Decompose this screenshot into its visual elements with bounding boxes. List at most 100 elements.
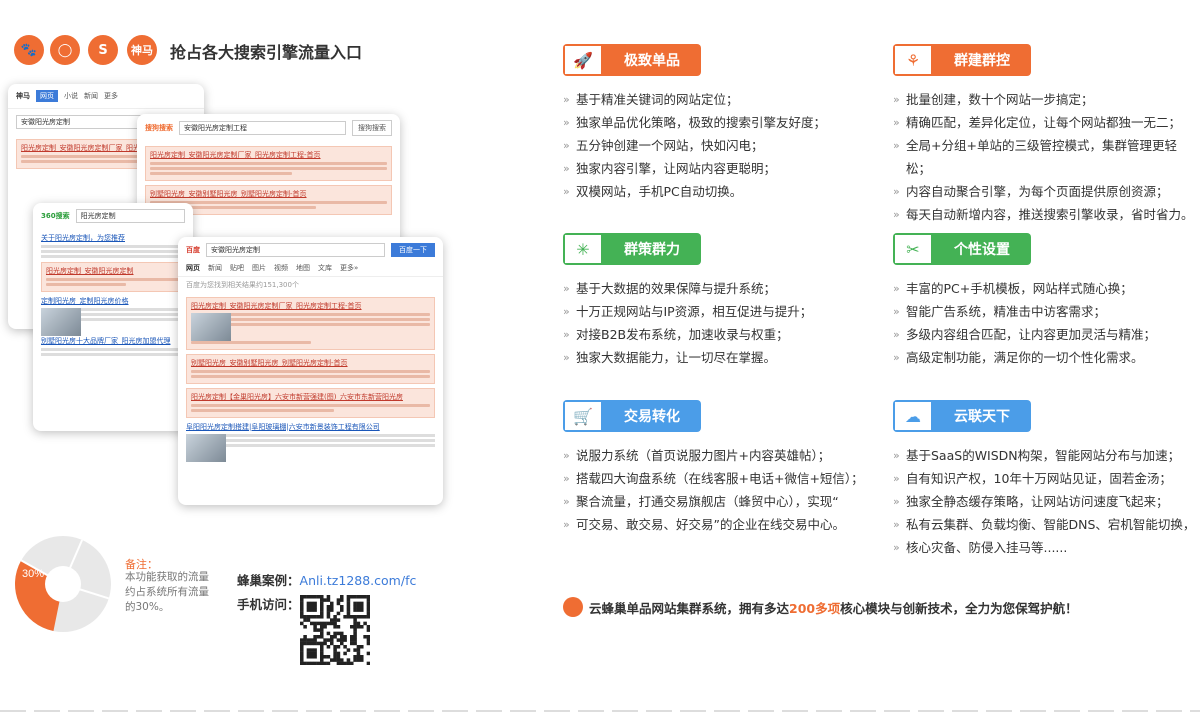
network-icon: ⚘ (893, 44, 933, 76)
feature-cluster-control: ⚘ 群建群控 批量创建，数十个网站一步搞定；精确匹配，差异化定位，让每个网站都独一… (893, 44, 1200, 226)
search-button: 百度一下 (391, 243, 435, 257)
feature-item: 十万正规网站与IP资源，相互促进与提升； (563, 300, 812, 323)
feature-list: 基于大数据的效果保障与提升系统；十万正规网站与IP资源，相互促进与提升；对接B2… (563, 277, 812, 369)
baidu-engine-icon: 🐾 (14, 35, 44, 65)
feature-item: 基于大数据的效果保障与提升系统； (563, 277, 812, 300)
feature-list: 说服力系统（首页说服力图片+内容英雄帖）；搭载四大询盘系统（在线客服+电话+微信… (563, 444, 864, 536)
feature-list: 批量创建，数十个网站一步搞定；精确匹配，差异化定位，让每个网站都独一无二；全局+… (893, 88, 1200, 226)
bee-logo-icon (563, 597, 583, 617)
sogou-engine-icon: S (88, 35, 118, 65)
feature-item: 丰富的PC+手机模板，网站样式随心换； (893, 277, 1156, 300)
result-item: 别墅阳光房十大品牌厂家_阳光房加盟代理 (41, 336, 185, 356)
tab-tieba: 贴吧 (230, 264, 244, 272)
feature-item: 独家内容引擎，让网站内容更聪明； (563, 157, 826, 180)
feature-personalization: ✂ 个性设置 丰富的PC+手机模板，网站样式随心换；智能广告系统，精准击中访客需求… (893, 233, 1156, 369)
baidu-logo: 百度 (186, 246, 200, 254)
feature-title: 极致单品 (624, 53, 680, 69)
feature-item: 每天自动新增内容，推送搜索引擎收录，省时省力。 (893, 203, 1200, 226)
feature-item: 智能广告系统，精准击中访客需求； (893, 300, 1156, 323)
result-item: 阳光房定制_安徽阳光房定制厂家_阳光房定制工程-首页 (145, 146, 392, 181)
result-item: 阳光房定制【金巢阳光房】六安市新营强建(图)_六安市东新营阳光房 (186, 388, 435, 418)
feature-extreme-product: 🚀 极致单品 基于精准关键词的网站定位；独家单品优化策略，极致的搜索引擎友好度；五… (563, 44, 826, 203)
feature-item: 聚合流量，打通交易旗舰店（蜂贸中心），实现“ (563, 490, 864, 513)
tab-images: 图片 (252, 264, 266, 272)
tab-news: 新闻 (84, 92, 98, 100)
cart-icon: 🛒 (563, 400, 603, 432)
feature-item: 可交易、敢交易、好交易”的企业在线交易中心。 (563, 513, 864, 536)
feature-item: 基于精准关键词的网站定位； (563, 88, 826, 111)
nodes-icon: ✳ (563, 233, 603, 265)
result-count: 百度为您找到相关结果约151,300个 (186, 281, 299, 289)
tab-web: 网页 (186, 264, 200, 272)
360-logo: 360搜索 (41, 212, 70, 220)
page-title: 抢占各大搜索引擎流量入口 (170, 43, 363, 62)
feature-item: 对接B2B发布系统，加速收录与权重； (563, 323, 812, 346)
shenma-logo: 神马 (16, 92, 30, 100)
feature-item: 双模网站，手机PC自动切换。 (563, 180, 826, 203)
note-body: 本功能获取的流量约占系统所有流量的30%。 (125, 571, 209, 613)
case-row: 蜂巢案例：Anli.tz1288.com/fc (237, 570, 416, 589)
mobile-label: 手机访问： (237, 597, 300, 612)
result-item: 阳光房定制_安徽阳光房定制厂家_阳光房定制工程-首页 (186, 297, 435, 350)
tab-web: 网页 (36, 90, 58, 102)
tab-wenku: 文库 (318, 264, 332, 272)
feature-item: 全局+分组+单站的三级管控模式，集群管理更轻松； (893, 134, 1200, 180)
feature-cloud: ☁ 云联天下 基于SaaS的WISDN构架，智能网站分布与加速；自有知识产权，10… (893, 400, 1195, 559)
feature-title: 群建群控 (954, 53, 1010, 69)
feature-transaction: 🛒 交易转化 说服力系统（首页说服力图片+内容英雄帖）；搭载四大询盘系统（在线客服… (563, 400, 864, 536)
search-box: 安徽阳光房定制工程 (179, 121, 346, 135)
tab-news: 新闻 (208, 264, 222, 272)
search-box: 阳光房定制 (75, 209, 185, 223)
360-screenshot: 360搜索 阳光房定制 关于阳光房定制，为您推荐 阳光房定制_安徽阳光房定制 定… (33, 203, 193, 431)
tab-map: 地图 (296, 264, 310, 272)
divider (0, 710, 1200, 712)
traffic-pie-chart: 30% (14, 536, 111, 632)
result-item: 别墅阳光房_安徽别墅阳光房_别墅阳光房定制-首页 (186, 354, 435, 384)
result-item: 阜阳阳光房定制搭建|阜阳玻璃棚|六安市新景装饰工程有限公司 (186, 422, 435, 462)
tools-icon: ✂ (893, 233, 933, 265)
feature-item: 独家全静态缓存策略，让网站访问速度飞起来； (893, 490, 1195, 513)
result-item: 关于阳光房定制，为您推荐 (41, 233, 185, 258)
feature-title: 交易转化 (624, 409, 680, 425)
feature-item: 批量创建，数十个网站一步搞定； (893, 88, 1200, 111)
feature-list: 丰富的PC+手机模板，网站样式随心换；智能广告系统，精准击中访客需求；多级内容组… (893, 277, 1156, 369)
qr-code[interactable] (300, 595, 370, 665)
case-label: 蜂巢案例： (237, 573, 300, 588)
feature-item: 自有知识产权，10年十万网站见证，固若金汤； (893, 467, 1195, 490)
result-item: 阳光房定制_安徽阳光房定制 (41, 262, 185, 292)
feature-item: 基于SaaS的WISDN构架，智能网站分布与加速； (893, 444, 1195, 467)
feature-item: 独家单品优化策略，极致的搜索引擎友好度； (563, 111, 826, 134)
feature-item: 精确匹配，差异化定位，让每个网站都独一无二； (893, 111, 1200, 134)
cloud-icon: ☁ (893, 400, 933, 432)
feature-item: 多级内容组合匹配，让内容更加灵活与精准； (893, 323, 1156, 346)
rocket-icon: 🚀 (563, 44, 603, 76)
tab-more: 更多 (104, 92, 118, 100)
case-link[interactable]: Anli.tz1288.com/fc (300, 573, 417, 588)
baidu-screenshot: 百度 安徽阳光房定制 百度一下 网页 新闻 贴吧 图片 视频 地图 文库 更多»… (178, 237, 443, 505)
feature-item: 内容自动聚合引擎，为每个页面提供原创资源； (893, 180, 1200, 203)
feature-list: 基于精准关键词的网站定位；独家单品优化策略，极致的搜索引擎友好度；五分钟创建一个… (563, 88, 826, 203)
shenma-engine-icon: 神马 (127, 35, 157, 65)
feature-item: 高级定制功能，满足你的一切个性化需求。 (893, 346, 1156, 369)
feature-title: 个性设置 (954, 242, 1010, 258)
pie-label: 30% (22, 568, 44, 580)
feature-item: 核心灾备、防侵入挂马等...... (893, 536, 1195, 559)
slogan: 云蜂巢单品网站集群系统，拥有多达200多项核心模块与创新技术，全力为您保驾护航！ (563, 597, 1078, 617)
tab-video: 视频 (274, 264, 288, 272)
feature-list: 基于SaaS的WISDN构架，智能网站分布与加速；自有知识产权，10年十万网站见… (893, 444, 1195, 559)
360-engine-icon: ◯ (50, 35, 80, 65)
feature-title: 云联天下 (954, 409, 1010, 425)
tab-more: 更多» (340, 264, 359, 272)
feature-item: 搭载四大询盘系统（在线客服+电话+微信+短信）； (563, 467, 864, 490)
feature-collective-power: ✳ 群策群力 基于大数据的效果保障与提升系统；十万正规网站与IP资源，相互促进与提… (563, 233, 812, 369)
sogou-logo: 搜狗搜索 (145, 124, 173, 132)
feature-item: 私有云集群、负载均衡、智能DNS、宕机智能切换， (893, 513, 1195, 536)
feature-item: 说服力系统（首页说服力图片+内容英雄帖）； (563, 444, 864, 467)
tab-novel: 小说 (64, 92, 78, 100)
feature-title: 群策群力 (624, 242, 680, 258)
result-item: 定制阳光房_定制阳光房价格 (41, 296, 185, 336)
search-box: 安徽阳光房定制 (206, 243, 385, 257)
feature-item: 独家大数据能力，让一切尽在掌握。 (563, 346, 812, 369)
search-button: 搜狗搜索 (352, 120, 392, 136)
feature-item: 五分钟创建一个网站，快如闪电； (563, 134, 826, 157)
